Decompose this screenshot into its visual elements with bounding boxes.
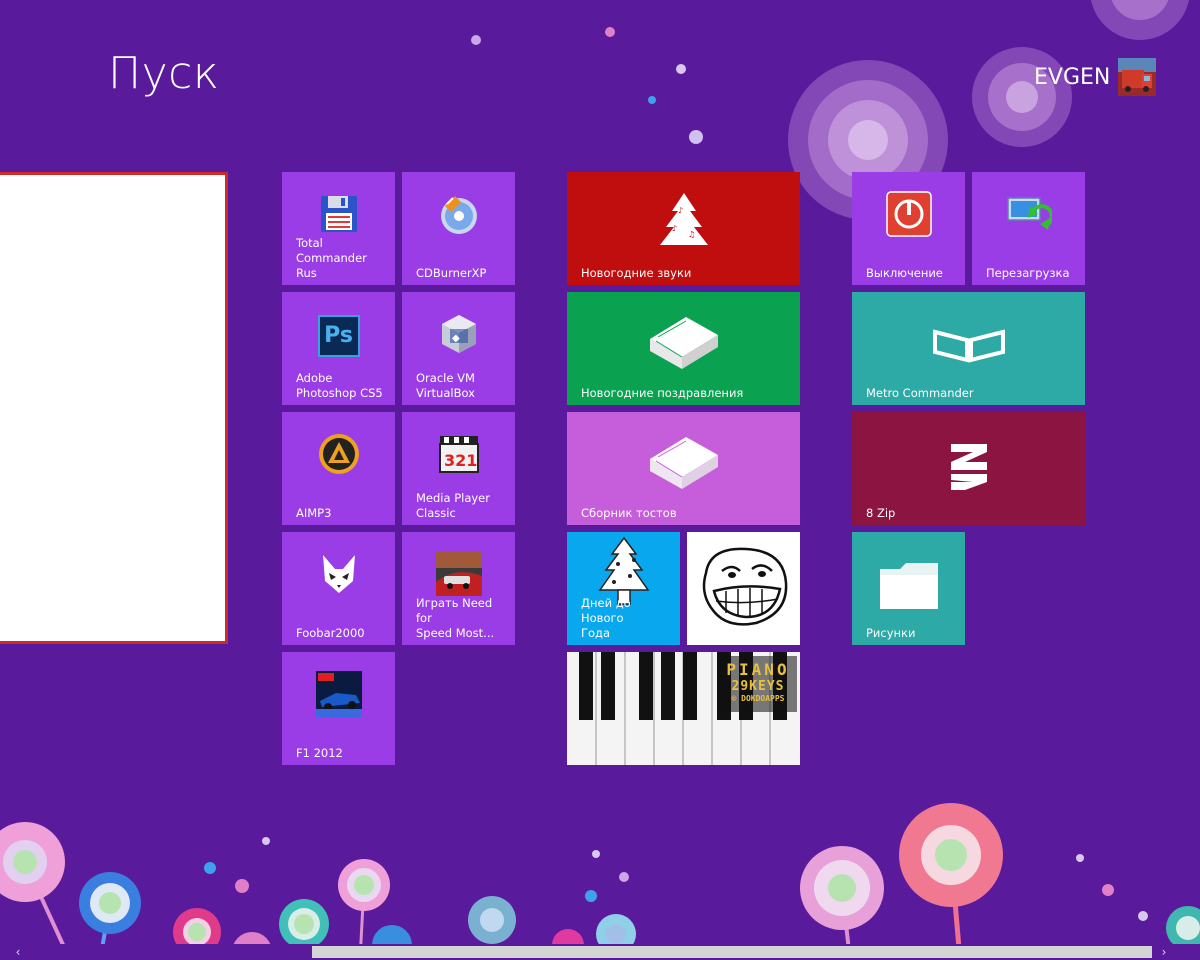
tile-label: Media Player Classic (416, 491, 490, 520)
tile-media-player-classic[interactable]: 321 Media Player Classic (402, 412, 515, 525)
user-account[interactable]: EVGEN (1034, 58, 1157, 96)
photoshop-icon-text: Ps (324, 323, 353, 348)
tile-label: Foobar2000 (296, 626, 365, 640)
tile-label: Total Commander Rus (296, 236, 367, 280)
avatar[interactable] (1118, 58, 1157, 96)
scroll-left-icon[interactable]: ‹ (10, 944, 26, 960)
tile-label: Metro Commander (866, 386, 974, 400)
tile-pictures[interactable]: Рисунки (852, 532, 965, 645)
tile-new-year-sounds[interactable]: ♪ ♪ ♫ Новогодние звуки (567, 172, 800, 285)
virtualbox-icon: ◆ (438, 313, 480, 359)
tile-aimp3[interactable]: AIMP3 (282, 412, 395, 525)
tile-label: Выключение (866, 266, 943, 280)
tile-virtualbox[interactable]: ◆ Oracle VM VirtualBox (402, 292, 515, 405)
book-icon (646, 311, 722, 377)
tile-new-year-greetings[interactable]: Новогодние поздравления (567, 292, 800, 405)
tile-label: Дней до Нового Года (581, 596, 631, 640)
page-title: Пуск (108, 48, 220, 99)
tile-toasts-collection[interactable]: Сборник тостов (567, 412, 800, 525)
troll-face-icon (696, 543, 792, 633)
user-name: EVGEN (1034, 64, 1111, 90)
tile-piano[interactable]: PIANO 29KEYS © DOKDOAPPS (567, 652, 800, 765)
svg-text:♪: ♪ (678, 206, 683, 215)
piano-word: PIANO (726, 660, 790, 679)
decor-lollipops-bottom (0, 803, 1200, 960)
tile-cdburnerxp[interactable]: CDBurnerXP (402, 172, 515, 285)
christmas-tree-icon: ♪ ♪ ♫ (658, 191, 710, 253)
svg-text:◆: ◆ (452, 333, 460, 344)
cd-icon (437, 192, 481, 240)
metro-commander-icon (932, 328, 1005, 368)
tile-label: Играть Need for Speed Most... (416, 596, 495, 640)
tile-label: Adobe Photoshop CS5 (296, 371, 383, 400)
folder-icon (878, 561, 940, 615)
mpc-number: 321 (444, 451, 477, 470)
tile-8-zip[interactable]: 8 Zip (852, 412, 1085, 525)
tile-shutdown[interactable]: Выключение (852, 172, 965, 285)
scrollbar-thumb[interactable] (312, 946, 1152, 958)
truck-avatar-icon (1118, 58, 1157, 96)
zip-icon (947, 440, 991, 496)
svg-text:♪: ♪ (672, 224, 677, 233)
tile-label: F1 2012 (296, 746, 343, 760)
piano-keys-count: 29KEYS (731, 679, 785, 694)
tile-troll-face[interactable] (687, 532, 800, 645)
piano-title: PIANO 29KEYS © DOKDOAPPS (719, 660, 797, 703)
photoshop-icon: Ps (317, 315, 360, 357)
tile-label: Новогодние звуки (581, 266, 692, 280)
power-icon (885, 191, 932, 241)
tile-days-to-new-year[interactable]: Дней до Нового Года (567, 532, 680, 645)
clapperboard-icon: 321 (438, 434, 480, 478)
piano-credit: © DOKDOAPPS (731, 694, 785, 703)
tile-need-for-speed[interactable]: Играть Need for Speed Most... (402, 532, 515, 645)
aimp-icon (318, 433, 360, 479)
tile-photoshop[interactable]: Ps Adobe Photoshop CS5 (282, 292, 395, 405)
race-car-icon (435, 552, 482, 600)
book-icon (646, 431, 722, 497)
foobar-fox-icon (319, 553, 359, 599)
tile-label: CDBurnerXP (416, 266, 487, 280)
tile-label: Oracle VM VirtualBox (416, 371, 475, 400)
tile-metro-commander[interactable]: Metro Commander (852, 292, 1085, 405)
f1-game-icon (315, 671, 362, 721)
live-preview-panel[interactable] (0, 172, 228, 644)
tile-label: Новогодние поздравления (581, 386, 744, 400)
svg-text:♫: ♫ (688, 230, 695, 239)
restart-icon (1006, 194, 1054, 238)
tile-total-commander[interactable]: Total Commander Rus (282, 172, 395, 285)
tile-label: Рисунки (866, 626, 916, 640)
tile-f1-2012[interactable]: F1 2012 (282, 652, 395, 765)
tile-label: AIMP3 (296, 506, 332, 520)
tile-label: Сборник тостов (581, 506, 677, 520)
tile-label: 8 Zip (866, 506, 896, 520)
tile-label: Перезагрузка (986, 266, 1070, 280)
tile-foobar2000[interactable]: Foobar2000 (282, 532, 395, 645)
tile-restart[interactable]: Перезагрузка (972, 172, 1085, 285)
floppy-icon (319, 194, 359, 238)
scroll-right-icon[interactable]: › (1156, 944, 1172, 960)
